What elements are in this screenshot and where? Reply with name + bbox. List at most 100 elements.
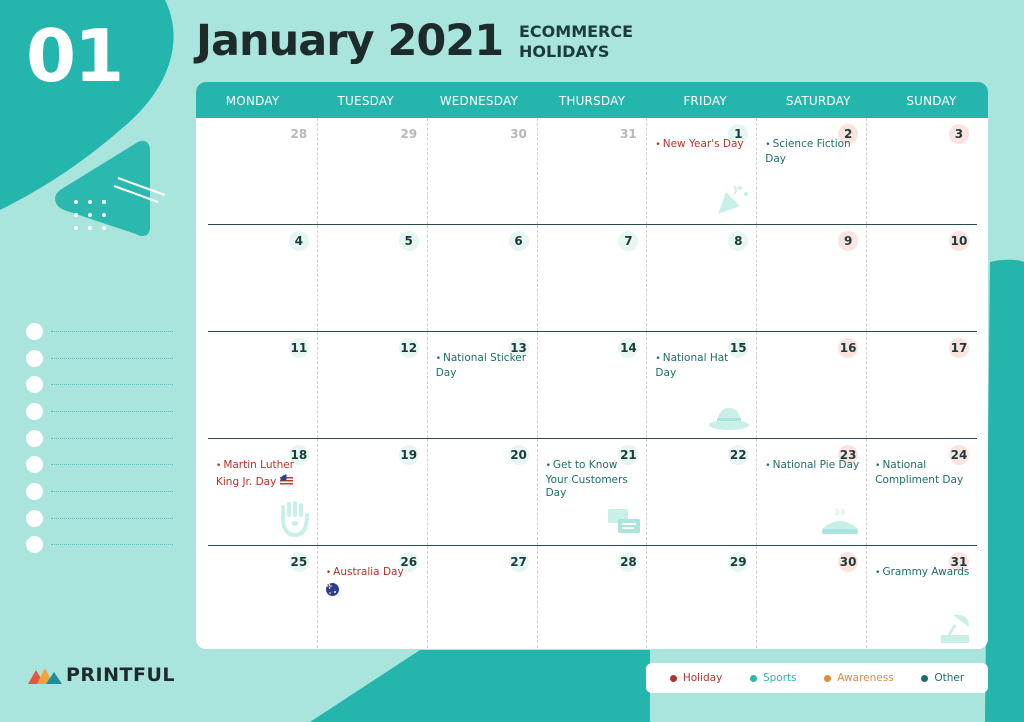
note-row[interactable] (26, 345, 173, 372)
calendar-day[interactable]: 3 (867, 118, 977, 224)
calendar-day[interactable]: 24 • National Compliment Day (867, 439, 977, 545)
event-entry[interactable]: • Australia Day (325, 566, 421, 598)
legend-item-sports: Sports (749, 672, 797, 684)
calendar-day[interactable]: 4 (208, 225, 318, 331)
weekday-label: MONDAY (225, 94, 280, 108)
legend-item-awareness: Awareness (824, 672, 894, 684)
legend-dot (669, 674, 677, 682)
event-entry[interactable]: • Get to Know Your Customers Day (546, 459, 641, 501)
note-checkbox[interactable] (26, 429, 43, 447)
calendar: MONDAY TUESDAY WEDNESDAY THURSDAY FRIDAY… (196, 82, 988, 649)
note-line[interactable] (51, 357, 173, 359)
legend-label: Other (934, 672, 965, 684)
calendar-day[interactable]: 9 (757, 225, 868, 331)
note-row[interactable] (26, 425, 173, 452)
event-bullet: • (875, 568, 881, 578)
note-row[interactable] (26, 318, 173, 345)
calendar-day[interactable]: 20 (428, 439, 538, 545)
note-row[interactable] (26, 478, 173, 505)
event-label: National Sticker Day (435, 352, 527, 379)
calendar-day[interactable]: 23 • National Pie Day (757, 439, 868, 545)
pie-icon (820, 507, 860, 541)
legend-dot (749, 674, 757, 682)
legend-label: Holiday (682, 672, 723, 684)
day-number: 28 (290, 127, 308, 141)
event-label: National Compliment Day (875, 459, 964, 486)
calendar-day[interactable]: 19 (318, 439, 428, 545)
month-number: 01 (26, 14, 124, 98)
calendar-day[interactable]: 22 (647, 439, 758, 545)
note-line[interactable] (51, 517, 173, 519)
event-entry[interactable]: • National Pie Day (765, 459, 860, 474)
note-line[interactable] (51, 464, 173, 466)
calendar-day[interactable]: 14 (538, 332, 648, 438)
note-checkbox[interactable] (26, 509, 43, 527)
event-entry[interactable]: • National Sticker Day (436, 352, 531, 380)
day-number: 9 (838, 231, 859, 251)
calendar-day[interactable]: 8 (647, 225, 758, 331)
note-checkbox[interactable] (26, 482, 43, 500)
calendar-day[interactable]: 25 (208, 546, 318, 649)
calendar-day[interactable]: 30 (428, 118, 538, 224)
note-row[interactable] (26, 532, 173, 559)
note-checkbox[interactable] (26, 349, 43, 367)
calendar-day[interactable]: 1 • New Year's Day (647, 118, 758, 224)
event-entry[interactable]: • National Hat Day (655, 352, 750, 380)
calendar-day[interactable]: 28 (208, 118, 318, 224)
calendar-day[interactable]: 7 (538, 225, 648, 331)
page-subtitle: ECOMMERCE HOLIDAYS (519, 22, 633, 62)
note-checkbox[interactable] (26, 536, 43, 554)
calendar-day[interactable]: 27 (428, 546, 538, 649)
calendar-day[interactable]: 2 • Science Fiction Day (757, 118, 868, 224)
event-entry[interactable]: • Martin Luther King Jr. Day (216, 459, 311, 489)
note-row[interactable] (26, 398, 173, 425)
calendar-day[interactable]: 13 • National Sticker Day (428, 332, 538, 438)
calendar-day[interactable]: 26 • Australia Day (318, 546, 428, 649)
event-entry[interactable]: • National Compliment Day (875, 459, 970, 487)
event-entry[interactable]: • New Year's Day (655, 138, 750, 153)
note-line[interactable] (51, 384, 173, 386)
event-entry[interactable]: • Grammy Awards (875, 566, 970, 581)
calendar-day[interactable]: 29 (647, 546, 758, 649)
note-line[interactable] (51, 437, 173, 439)
note-checkbox[interactable] (26, 376, 43, 394)
calendar-day[interactable]: 30 (757, 546, 868, 649)
note-row[interactable] (26, 505, 173, 532)
note-line[interactable] (51, 330, 173, 332)
note-line[interactable] (51, 410, 173, 412)
calendar-day[interactable]: 6 (428, 225, 538, 331)
event-entry[interactable]: • Science Fiction Day (765, 138, 860, 166)
calendar-day[interactable]: 17 (867, 332, 977, 438)
day-number: 17 (948, 338, 969, 358)
calendar-day[interactable]: 29 (318, 118, 428, 224)
calendar-day[interactable]: 31 • Grammy Awards (867, 546, 977, 649)
calendar-day[interactable]: 11 (208, 332, 318, 438)
event-bullet: • (545, 461, 551, 471)
note-checkbox[interactable] (26, 402, 43, 420)
day-number: 16 (838, 338, 859, 358)
calendar-day[interactable]: 31 (538, 118, 648, 224)
note-line[interactable] (51, 544, 173, 546)
calendar-day[interactable]: 16 (757, 332, 868, 438)
calendar-day[interactable]: 5 (318, 225, 428, 331)
calendar-day[interactable]: 10 (867, 225, 977, 331)
note-checkbox[interactable] (26, 456, 43, 474)
day-number: 12 (398, 338, 419, 358)
note-row[interactable] (26, 371, 173, 398)
note-line[interactable] (51, 490, 173, 492)
party-popper-icon (716, 182, 750, 220)
brand-name: PRINTFUL (66, 664, 176, 686)
calendar-day[interactable]: 18 • Martin Luther King Jr. Day (208, 439, 318, 545)
calendar-day[interactable]: 15 • National Hat Day (647, 332, 758, 438)
day-number: 19 (398, 445, 419, 465)
note-checkbox[interactable] (26, 322, 43, 340)
calendar-week: 18 • Martin Luther King Jr. Day 19 20 21 • Get … (208, 439, 977, 546)
calendar-day[interactable]: 28 (538, 546, 648, 649)
day-number: 30 (838, 552, 859, 572)
calendar-day[interactable]: 21 • Get to Know Your Customers Day (538, 439, 648, 545)
event-bullet: • (435, 354, 442, 364)
day-number: 8 (728, 231, 749, 251)
note-row[interactable] (26, 451, 173, 478)
day-number: 20 (508, 445, 529, 465)
calendar-day[interactable]: 12 (318, 332, 428, 438)
